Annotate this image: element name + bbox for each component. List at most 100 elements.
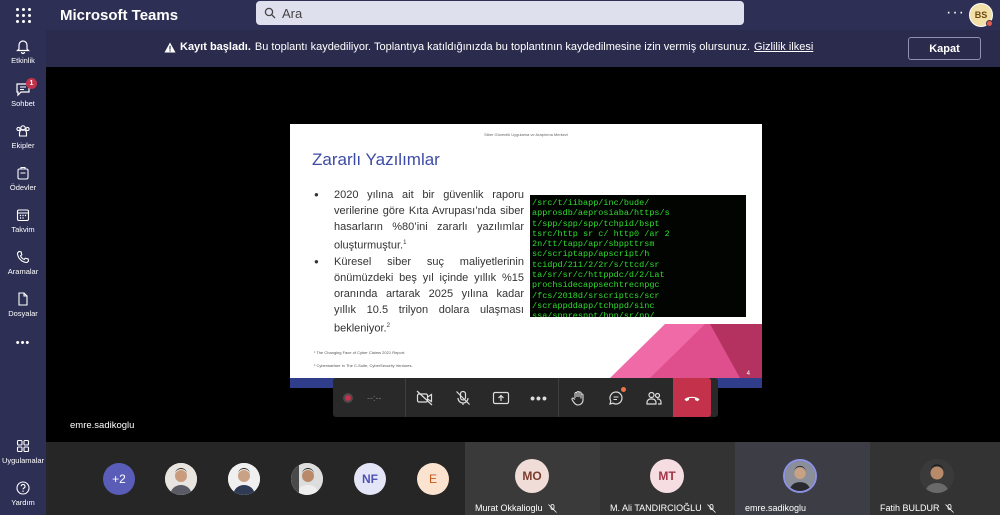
participant-tile[interactable]: MT M. Ali TANDIRCIOĞLU (600, 442, 735, 515)
search-input[interactable]: Ara (256, 1, 744, 25)
shared-slide: Siber Güvenlik Uygulama ve Araştırma Mer… (290, 124, 762, 388)
participant-photo (783, 459, 817, 493)
sidebar-item-assignments[interactable]: Ödevler (0, 165, 46, 192)
participant-name: Fatih BULDUR (880, 503, 954, 513)
sidebar-item-teams[interactable]: Ekipler (0, 123, 46, 150)
warning-icon (164, 42, 176, 52)
app-launcher-button[interactable] (0, 0, 46, 30)
slide-page-number: 4 (746, 371, 750, 377)
sidebar-item-apps[interactable]: Uygulamalar (0, 438, 46, 465)
participant-avatar[interactable] (228, 463, 260, 495)
person-photo-icon (920, 459, 954, 493)
app-title: Microsoft Teams (60, 6, 179, 24)
calendar-icon (16, 209, 30, 222)
mic-button[interactable] (444, 378, 482, 417)
person-photo-icon (291, 463, 323, 495)
call-toolbar: --:-- ••• (333, 378, 718, 417)
bullet-text: Küresel siber suç maliyetlerinin önümüzd… (334, 255, 524, 335)
footnote-ref: 2 (386, 322, 390, 329)
slide-bullets: 2020 yılına ait bir güvenlik raporu veri… (314, 187, 524, 336)
file-icon (18, 292, 28, 306)
hand-icon (571, 390, 584, 406)
participant-name: emre.sadikoglu (745, 503, 806, 513)
sidebar-item-chat[interactable]: 1 Sohbet (0, 78, 46, 108)
chat-button[interactable] (597, 378, 635, 417)
recording-banner: Kayıt başladı. Bu toplantı kaydediliyor.… (46, 30, 1000, 67)
sidebar-item-label: Uygulamalar (1, 456, 45, 465)
search-icon (264, 7, 276, 19)
assignments-icon (17, 166, 29, 180)
slide-bullet: Küresel siber suç maliyetlerinin önümüzd… (314, 254, 524, 337)
participant-name-text: Fatih BULDUR (880, 503, 940, 513)
record-icon (343, 392, 353, 403)
participant-tile[interactable]: MO Murat Okkalioglu (465, 442, 600, 515)
people-icon (646, 391, 662, 405)
self-video-name: emre.sadikoglu (70, 420, 135, 431)
participant-name-text: emre.sadikoglu (745, 503, 807, 513)
banner-title: Kayıt başladı. (180, 41, 251, 53)
mic-muted-icon (547, 503, 557, 513)
sidebar-item-help[interactable]: Yardım (0, 480, 46, 507)
meeting-chat-icon (609, 390, 623, 405)
help-icon (16, 481, 30, 495)
footnote-ref: 1 (403, 240, 407, 246)
raise-hand-button[interactable] (559, 378, 597, 417)
participant-name-text: M. Ali TANDIRCIOĞLU (610, 503, 702, 513)
sidebar-item-calls[interactable]: Aramalar (0, 249, 46, 276)
participant-photo (920, 459, 954, 493)
camera-off-icon (416, 390, 433, 405)
sidebar-item-label: Takvim (11, 225, 35, 234)
overflow-participants-button[interactable]: +2 (103, 463, 135, 495)
waffle-icon (15, 7, 31, 23)
participant-avatar[interactable]: NF (354, 463, 386, 495)
teams-icon (16, 125, 30, 137)
banner-message: Bu toplantı kaydediliyor. Toplantıya kat… (254, 41, 751, 53)
sidebar-item-label: Sohbet (11, 99, 35, 108)
participants-button[interactable] (635, 378, 673, 417)
participant-avatar[interactable] (165, 463, 197, 495)
participant-tile[interactable]: emre.sadikoglu (735, 442, 870, 515)
ellipsis-icon: ••• (530, 389, 548, 406)
slide-footnote: ² Cyberwarfare In The C-Suite, CyberSecu… (314, 363, 413, 368)
chat-notification-dot (621, 387, 626, 392)
leave-call-button[interactable] (673, 378, 711, 417)
search-placeholder: Ara (282, 5, 303, 21)
sidebar-item-label: Ekipler (11, 141, 35, 150)
sidebar-item-label: Ödevler (9, 183, 37, 192)
participant-name-text: Murat Okkalioglu (475, 503, 543, 513)
more-actions-button[interactable]: ••• (520, 378, 558, 417)
mic-muted-icon (706, 503, 716, 513)
sidebar-item-files[interactable]: Dosyalar (0, 291, 46, 318)
camera-button[interactable] (406, 378, 444, 417)
more-apps-button[interactable]: ••• (0, 337, 46, 349)
status-dot (986, 20, 993, 27)
participant-name: Murat Okkalioglu (475, 503, 557, 513)
person-photo-icon (228, 463, 260, 495)
mic-off-icon (456, 390, 470, 405)
share-screen-button[interactable] (482, 378, 520, 417)
privacy-policy-link[interactable]: Gizlilik ilkesi (754, 41, 813, 53)
participant-tile[interactable]: Fatih BULDUR (870, 442, 1000, 515)
person-photo-icon (785, 461, 815, 491)
participant-avatar[interactable] (291, 463, 323, 495)
person-photo-icon (165, 463, 197, 495)
apps-icon (16, 439, 30, 453)
user-initials: BS (974, 10, 988, 20)
sidebar-item-calendar[interactable]: Takvim (0, 207, 46, 234)
share-icon (492, 391, 510, 404)
participant-initials: MT (650, 459, 684, 493)
slide-header: Siber Güvenlik Uygulama ve Araştırma Mer… (484, 132, 568, 137)
sidebar-item-label: Aramalar (7, 267, 39, 276)
more-options-icon[interactable]: ··· (946, 4, 965, 22)
sidebar-item-activity[interactable]: Etkinlik (0, 38, 46, 65)
close-banner-button[interactable]: Kapat (908, 37, 981, 60)
participant-name: M. Ali TANDIRCIOĞLU (610, 503, 716, 513)
slide-bullet: 2020 yılına ait bir güvenlik raporu veri… (314, 187, 524, 254)
hang-up-icon (684, 396, 700, 401)
user-avatar[interactable]: BS (969, 3, 993, 27)
code-image: /src/t/iibapp/inc/bude/ approsdb/aeprosi… (530, 195, 746, 317)
call-timer: --:-- (367, 392, 382, 403)
recording-indicator[interactable]: --:-- (333, 378, 405, 417)
participant-avatar[interactable]: E (417, 463, 449, 495)
bell-icon (16, 40, 30, 54)
